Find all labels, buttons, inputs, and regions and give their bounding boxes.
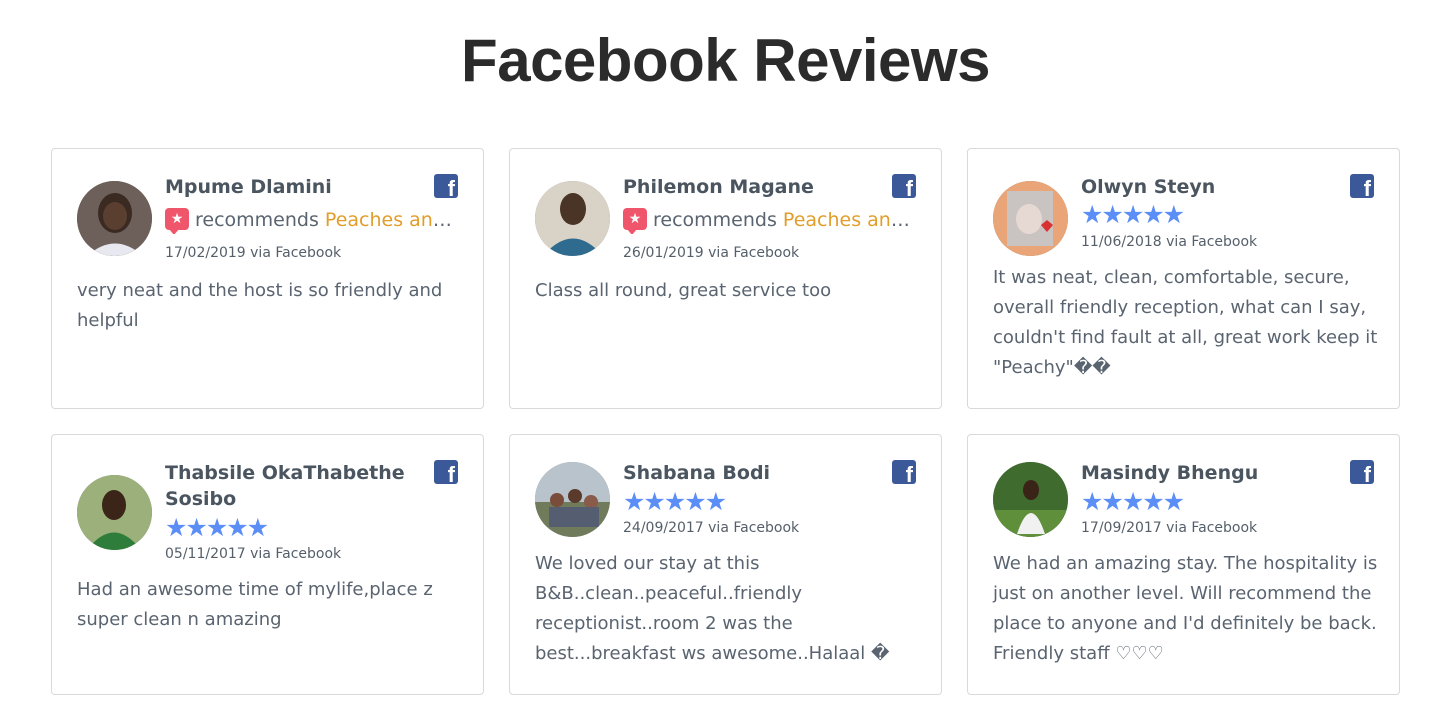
reviewer-name[interactable]: Masindy Bhengu: [1081, 460, 1331, 486]
recommend-badge-icon: ★: [165, 208, 189, 234]
facebook-icon[interactable]: f: [892, 460, 916, 487]
review-card: Mpume Dlamini f ★ recommends Peaches and …: [51, 148, 484, 409]
reviewer-name[interactable]: Philemon Magane: [623, 174, 873, 200]
review-text: We loved our stay at this B&B..clean..pe…: [535, 553, 890, 664]
facebook-icon[interactable]: f: [1350, 460, 1374, 487]
review-card: Philemon Magane f ★ recommends Peaches an…: [509, 148, 942, 409]
facebook-icon[interactable]: f: [1350, 174, 1374, 201]
avatar[interactable]: [535, 181, 610, 256]
page-title: Facebook Reviews: [461, 27, 990, 94]
facebook-icon[interactable]: f: [434, 460, 458, 487]
avatar[interactable]: [535, 462, 610, 537]
review-text: It was neat, clean, comfortable, secure,…: [993, 267, 1378, 378]
review-text: very neat and the host is so friendly an…: [77, 280, 443, 331]
recommend-badge-icon: ★: [623, 208, 647, 234]
review-date: 17/02/2019 via Facebook: [165, 245, 342, 261]
review-date: 24/09/2017 via Facebook: [623, 520, 800, 536]
star-rating: ★★★★★: [165, 513, 269, 542]
recommendation-line: ★ recommends Peaches and Cream B&B: [623, 206, 913, 234]
review-date: 05/11/2017 via Facebook: [165, 546, 342, 562]
reviewer-name[interactable]: Thabsile OkaThabethe Sosibo: [165, 460, 415, 512]
review-date: 17/09/2017 via Facebook: [1081, 520, 1258, 536]
avatar[interactable]: [77, 181, 152, 256]
facebook-icon[interactable]: f: [434, 174, 458, 201]
recommends-label: recommends: [653, 209, 777, 231]
reviewer-name[interactable]: Shabana Bodi: [623, 460, 873, 486]
star-rating: ★★★★★: [1081, 487, 1185, 516]
facebook-icon[interactable]: f: [892, 174, 916, 201]
avatar[interactable]: [77, 475, 152, 550]
star-rating: ★★★★★: [623, 487, 727, 516]
review-card: Thabsile OkaThabethe Sosibo f ★★★★★ 05/1…: [51, 434, 484, 695]
place-link[interactable]: Peaches and Cream B&B: [325, 209, 455, 231]
recommendation-line: ★ recommends Peaches and Cream B&B: [165, 206, 455, 234]
review-text: Class all round, great service too: [535, 280, 832, 301]
review-text: Had an awesome time of mylife,place z su…: [77, 579, 433, 630]
star-rating: ★★★★★: [1081, 200, 1185, 229]
review-text: We had an amazing stay. The hospitality …: [993, 553, 1378, 664]
reviewer-name[interactable]: Mpume Dlamini: [165, 174, 415, 200]
recommends-label: recommends: [195, 209, 319, 231]
place-link[interactable]: Peaches and Cream B&B: [783, 209, 913, 231]
review-card: Shabana Bodi f ★★★★★ 24/09/2017 via Face…: [509, 434, 942, 695]
review-card: Masindy Bhengu f ★★★★★ 17/09/2017 via Fa…: [967, 434, 1400, 695]
avatar[interactable]: [993, 181, 1068, 256]
review-card: Olwyn Steyn f ★★★★★ 11/06/2018 via Faceb…: [967, 148, 1400, 409]
review-date: 26/01/2019 via Facebook: [623, 245, 800, 261]
reviewer-name[interactable]: Olwyn Steyn: [1081, 174, 1331, 200]
avatar[interactable]: [993, 462, 1068, 537]
review-date: 11/06/2018 via Facebook: [1081, 234, 1258, 250]
